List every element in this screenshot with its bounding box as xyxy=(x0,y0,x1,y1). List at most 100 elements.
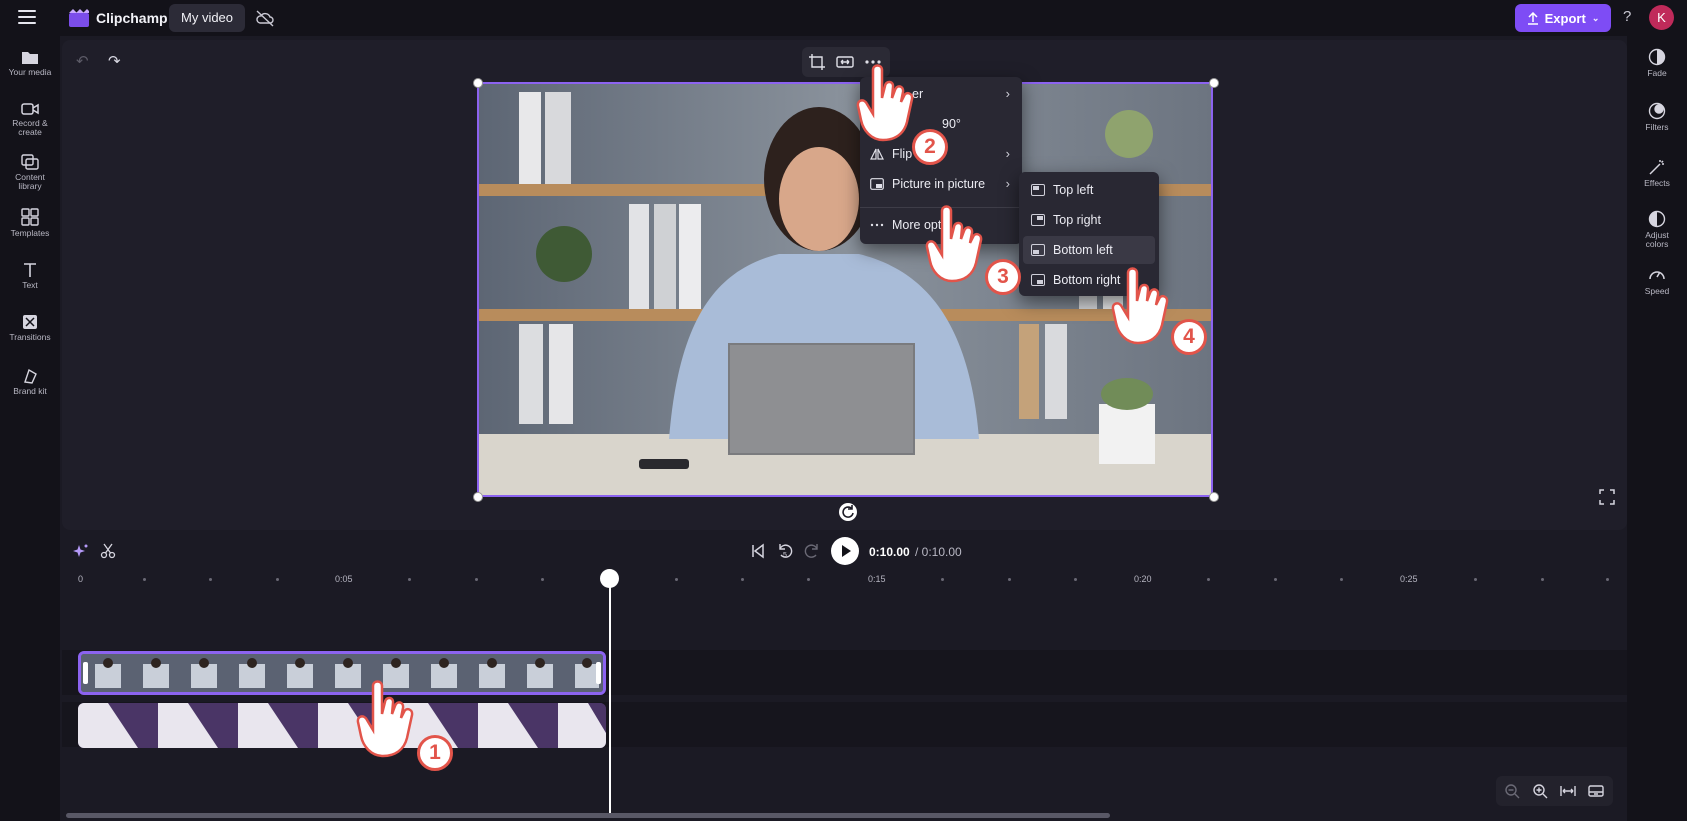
cloud-off-icon[interactable] xyxy=(255,9,275,27)
panel-item-effects[interactable]: Effects xyxy=(1627,158,1687,188)
sidebar-item-record-create[interactable]: Record & create xyxy=(0,102,60,137)
pip-top-left-icon xyxy=(1031,184,1045,196)
sidebar-label: Content library xyxy=(15,172,45,191)
step-badge: 2 xyxy=(912,129,948,165)
ruler-tick-label: 0:15 xyxy=(868,574,886,584)
trim-handle-left[interactable] xyxy=(83,662,88,684)
playhead-handle[interactable] xyxy=(600,569,619,588)
panel-item-filters[interactable]: Filters xyxy=(1627,102,1687,132)
avatar[interactable]: K xyxy=(1649,5,1674,30)
zoom-in-icon[interactable] xyxy=(1532,783,1548,799)
clip-thumbnails xyxy=(78,703,606,748)
submenu-item-label: Bottom left xyxy=(1053,243,1113,257)
fit-icon[interactable] xyxy=(836,53,854,71)
panel-label: Fade xyxy=(1647,68,1667,78)
panel-label: Filters xyxy=(1645,122,1669,132)
scissors-icon[interactable] xyxy=(100,543,116,559)
sidebar-item-content-library[interactable]: Content library xyxy=(0,154,60,191)
step-badge: 3 xyxy=(985,259,1021,295)
resize-handle[interactable] xyxy=(473,492,483,502)
timeline-scrollbar[interactable] xyxy=(66,813,1110,818)
ruler-tick xyxy=(1474,578,1477,581)
submenu-item-bottom-left[interactable]: Bottom left xyxy=(1023,236,1155,264)
timeline-clip-video[interactable] xyxy=(78,651,606,695)
current-time: 0:10.00 xyxy=(869,545,910,559)
play-button[interactable] xyxy=(831,537,859,565)
ruler-tick xyxy=(741,578,744,581)
rewind-5-icon[interactable]: 5 xyxy=(775,541,795,561)
ruler-tick xyxy=(675,578,678,581)
menu-item-label: Flip xyxy=(892,147,913,161)
export-button[interactable]: Export ⌄ xyxy=(1515,4,1611,32)
crop-icon[interactable] xyxy=(808,53,826,71)
transitions-icon xyxy=(23,315,37,329)
sidebar-label: Text xyxy=(22,280,38,290)
ruler-tick-label: 0 xyxy=(78,574,84,584)
magic-wand-icon[interactable] xyxy=(73,543,89,559)
undo-icon[interactable]: ↶ xyxy=(76,52,89,70)
submenu-item-label: Top right xyxy=(1053,213,1101,227)
resize-handle[interactable] xyxy=(473,78,483,88)
ruler-tick xyxy=(807,578,810,581)
ruler-tick xyxy=(475,578,478,581)
panel-item-adjust-colors[interactable]: Adjust colors xyxy=(1627,210,1687,249)
trim-handle-right[interactable] xyxy=(596,662,601,684)
sidebar-item-text[interactable]: Text xyxy=(0,262,60,290)
ruler-tick xyxy=(1606,578,1609,581)
text-icon xyxy=(24,263,36,277)
ruler-tick xyxy=(941,578,944,581)
playhead-line xyxy=(609,578,611,813)
top-bar: Clipchamp My video Export ⌄ ? K xyxy=(0,0,1687,36)
menu-icon[interactable] xyxy=(18,10,36,24)
pip-bottom-right-icon xyxy=(1031,274,1045,286)
chevron-right-icon: › xyxy=(1005,176,1010,191)
sidebar-item-transitions[interactable]: Transitions xyxy=(0,314,60,342)
sidebar-item-brand-kit[interactable]: Brand kit xyxy=(0,368,60,396)
fullscreen-icon[interactable] xyxy=(1599,489,1615,505)
submenu-item-label: Top left xyxy=(1053,183,1094,197)
zoom-out-icon[interactable] xyxy=(1504,783,1520,799)
document-title[interactable]: My video xyxy=(169,4,246,32)
sidebar-item-templates[interactable]: Templates xyxy=(0,208,60,238)
play-icon xyxy=(842,545,851,557)
upload-icon xyxy=(1527,11,1538,25)
hand-pointer-icon xyxy=(856,64,914,142)
resize-handle[interactable] xyxy=(1209,78,1219,88)
rotate-icon[interactable] xyxy=(839,503,857,521)
camera-icon xyxy=(21,103,39,115)
ruler-tick xyxy=(541,578,544,581)
library-icon xyxy=(21,154,39,170)
ruler-tick xyxy=(209,578,212,581)
filters-icon xyxy=(1648,102,1666,120)
redo-icon[interactable]: ↷ xyxy=(108,52,121,70)
panel-item-fade[interactable]: Fade xyxy=(1627,48,1687,78)
menu-item-picture-in-picture[interactable]: Picture in picture › xyxy=(860,170,1022,198)
timeline-clip-overlay[interactable] xyxy=(78,703,606,748)
step-badge: 4 xyxy=(1171,319,1207,355)
help-icon[interactable]: ? xyxy=(1623,8,1631,25)
submenu-item-top-left[interactable]: Top left xyxy=(1023,176,1155,204)
resize-handle[interactable] xyxy=(1209,492,1219,502)
effects-icon xyxy=(1649,160,1664,175)
ruler-tick xyxy=(1207,578,1210,581)
clip-thumbnails xyxy=(81,654,603,692)
ruler-tick xyxy=(1340,578,1343,581)
sidebar-label: Brand kit xyxy=(13,386,47,396)
forward-5-icon[interactable] xyxy=(802,541,822,561)
hand-pointer-icon xyxy=(925,205,983,283)
clipchamp-logo-icon xyxy=(69,9,89,27)
chevron-right-icon: › xyxy=(1005,86,1010,101)
zoom-controls xyxy=(1496,776,1613,806)
svg-text:5: 5 xyxy=(783,552,787,559)
sidebar-item-your-media[interactable]: Your media xyxy=(0,50,60,77)
ruler-tick xyxy=(1008,578,1011,581)
chevron-down-icon: ⌄ xyxy=(1591,12,1600,23)
fit-timeline-icon[interactable] xyxy=(1560,783,1576,799)
skip-to-start-icon[interactable] xyxy=(748,541,768,561)
submenu-item-top-right[interactable]: Top right xyxy=(1023,206,1155,234)
adjust-colors-icon xyxy=(1648,210,1666,228)
panel-item-speed[interactable]: Speed xyxy=(1627,266,1687,296)
ruler-tick xyxy=(1074,578,1077,581)
timeline-view-icon[interactable] xyxy=(1588,783,1604,799)
ruler-tick-label: 0:25 xyxy=(1400,574,1418,584)
